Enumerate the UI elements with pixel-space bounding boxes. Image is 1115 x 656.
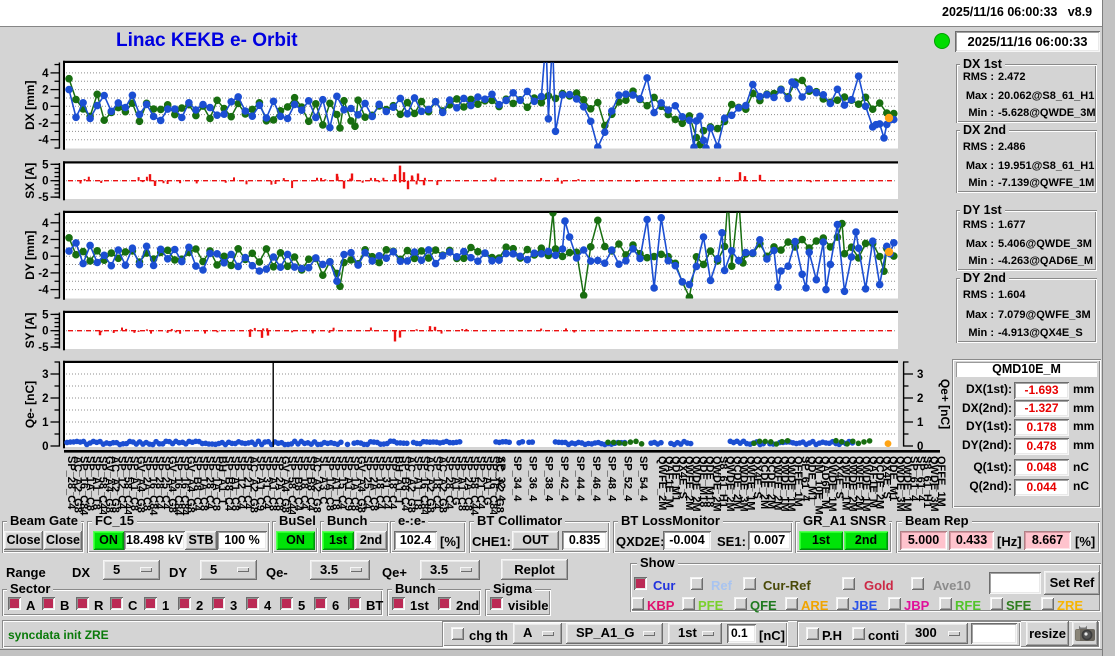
svg-text:2: 2	[42, 235, 48, 247]
svg-text:1: 1	[42, 417, 49, 429]
svg-text:0: 0	[42, 101, 48, 113]
svg-text:SP_36_4: SP_36_4	[527, 456, 539, 502]
svg-text:DY [mm]: DY [mm]	[23, 231, 37, 280]
svg-text:3: 3	[42, 369, 48, 381]
svg-text:SP_38_4: SP_38_4	[542, 456, 554, 502]
svg-text:2: 2	[42, 85, 48, 97]
svg-text:5: 5	[42, 159, 49, 171]
svg-text:-4: -4	[38, 285, 49, 297]
svg-text:-5: -5	[38, 192, 49, 204]
svg-text:SP_52_4: SP_52_4	[621, 456, 633, 502]
svg-text:Qe- [nC]: Qe- [nC]	[23, 381, 37, 428]
svg-text:0: 0	[42, 251, 48, 263]
svg-text:1: 1	[917, 417, 924, 429]
svg-text:SP_34_4: SP_34_4	[511, 456, 523, 502]
svg-text:0: 0	[42, 176, 48, 188]
svg-text:SP_54_4: SP_54_4	[637, 456, 649, 502]
svg-text:2: 2	[42, 393, 48, 405]
svg-text:0: 0	[42, 326, 48, 338]
svg-text:-2: -2	[38, 118, 48, 130]
svg-text:0: 0	[42, 441, 48, 453]
svg-text:SP_44_4: SP_44_4	[574, 456, 586, 502]
svg-text:SX [A]: SX [A]	[23, 163, 37, 199]
svg-text:Qe+ [nC]: Qe+ [nC]	[938, 379, 950, 429]
svg-text:SY [A]: SY [A]	[23, 313, 37, 349]
svg-text:SP_42_4: SP_42_4	[558, 456, 570, 502]
svg-text:4: 4	[42, 68, 49, 80]
svg-text:3: 3	[917, 369, 923, 381]
svg-text:2: 2	[917, 393, 923, 405]
svg-text:QFFE_1M: QFFE_1M	[935, 456, 947, 507]
svg-text:-2: -2	[38, 268, 48, 280]
svg-text:DX [mm]: DX [mm]	[23, 81, 37, 130]
svg-text:4: 4	[42, 218, 49, 230]
svg-text:-4: -4	[38, 135, 49, 147]
svg-text:SP_32_4: SP_32_4	[495, 456, 507, 502]
svg-text:5: 5	[42, 309, 49, 321]
svg-text:-5: -5	[38, 342, 49, 354]
svg-text:SP_48_4: SP_48_4	[606, 456, 618, 502]
svg-text:SP_46_4: SP_46_4	[590, 456, 602, 502]
